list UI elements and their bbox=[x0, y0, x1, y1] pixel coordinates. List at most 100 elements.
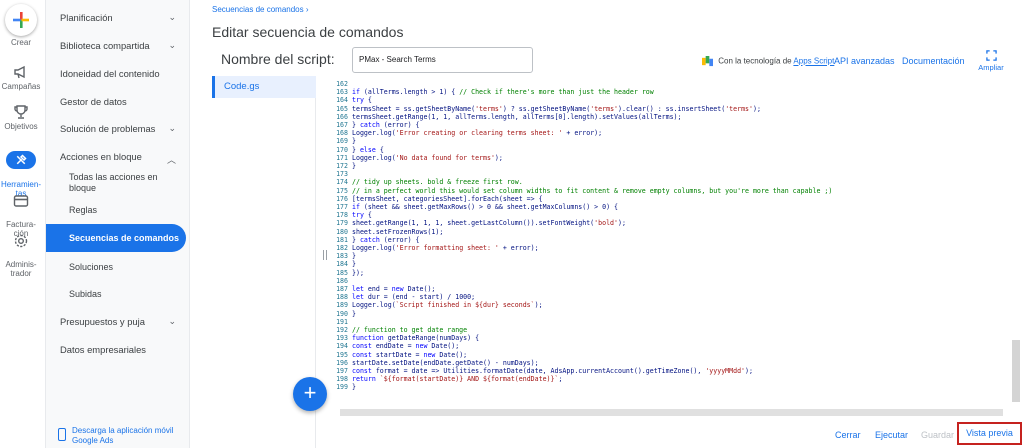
line-number: 193 bbox=[336, 334, 348, 343]
nav-item-label: Datos empresariales bbox=[60, 344, 146, 355]
code-line: 198 return `${format(startDate)} AND ${fo… bbox=[331, 375, 1021, 383]
close-button[interactable]: Cerrar bbox=[835, 430, 861, 440]
line-number: 185 bbox=[336, 268, 348, 277]
nav-item-troubleshooting[interactable]: Solución de problemas ⌄ bbox=[46, 123, 186, 134]
nav-sub-solutions[interactable]: Soluciones bbox=[46, 262, 186, 273]
code-text: const format = date => Utilities.formatD… bbox=[352, 367, 753, 375]
nav-item-business-data[interactable]: Datos empresariales bbox=[46, 344, 186, 355]
line-number: 184 bbox=[336, 260, 348, 269]
line-number: 186 bbox=[336, 276, 348, 285]
code-line: 192 // function to get date range bbox=[331, 326, 1021, 334]
code-line: 194 const endDate = new Date(); bbox=[331, 342, 1021, 350]
code-line: 186 bbox=[331, 277, 1021, 285]
nav-sub-label: Todas las acciones en bloque bbox=[69, 172, 158, 193]
code-line: 185}); bbox=[331, 269, 1021, 277]
code-line: 163 if (allTerms.length > 1) { // Check i… bbox=[331, 88, 1021, 96]
line-number: 195 bbox=[336, 350, 348, 359]
rail-item-campaigns[interactable]: Campañas bbox=[0, 64, 42, 91]
expand-button[interactable]: Ampliar bbox=[976, 50, 1006, 72]
breadcrumb[interactable]: Secuencias de comandos › bbox=[212, 5, 309, 14]
code-text: Logger.log('Error formatting sheet: ' + … bbox=[352, 244, 539, 252]
nav-item-label: Acciones en bloque bbox=[60, 151, 142, 162]
apps-script-link[interactable]: Apps Script bbox=[793, 57, 834, 66]
nav-item-label: Gestor de datos bbox=[60, 96, 127, 107]
code-editor[interactable]: 162 163 if (allTerms.length > 1) { // Chec… bbox=[331, 80, 1024, 420]
nav-sub-label: Subidas bbox=[69, 289, 102, 299]
code-line: 181} catch (error) { bbox=[331, 236, 1021, 244]
nav-sub-scripts[interactable]: Secuencias de comandos bbox=[46, 224, 186, 252]
line-number: 199 bbox=[336, 383, 348, 392]
code-line: 174 // tidy up sheets. bold & freeze firs… bbox=[331, 178, 1021, 186]
code-line: 179 sheet.getRange(1, 1, 1, sheet.getLast… bbox=[331, 219, 1021, 227]
nav-item-planning[interactable]: Planificación ⌄ bbox=[46, 12, 186, 23]
nav-item-content-suitability[interactable]: Idoneidad del contenido bbox=[46, 68, 186, 79]
code-line: 171 Logger.log('No data found for terms')… bbox=[331, 154, 1021, 162]
script-name-input[interactable]: PMax - Search Terms bbox=[352, 47, 533, 73]
code-text: }); bbox=[352, 268, 364, 277]
code-line: 164 try { bbox=[331, 96, 1021, 104]
run-button[interactable]: Ejecutar bbox=[875, 430, 908, 440]
create-button[interactable] bbox=[5, 4, 37, 36]
code-line: 167} catch (error) { bbox=[331, 121, 1021, 129]
chevron-down-icon: ⌄ bbox=[168, 123, 176, 133]
tools-icon bbox=[16, 154, 27, 165]
code-text: try { bbox=[352, 211, 372, 220]
code-line: 170} else { bbox=[331, 146, 1021, 154]
download-app-link[interactable]: Descarga la aplicación móvil Google Ads bbox=[58, 426, 189, 446]
code-text: let dur = (end - start) / 1000; bbox=[352, 293, 476, 302]
code-text: [termsSheet, categoriesSheet].forEach(sh… bbox=[352, 194, 543, 203]
nav-item-data-manager[interactable]: Gestor de datos bbox=[46, 96, 186, 107]
pane-resize-handle[interactable] bbox=[323, 250, 327, 260]
code-line: 173 bbox=[331, 170, 1021, 178]
nav-sub-label: Secuencias de comandos bbox=[69, 233, 180, 243]
nav-item-label: Presupuestos y puja bbox=[60, 316, 145, 327]
code-text: const startDate = new Date(); bbox=[352, 350, 468, 359]
save-button[interactable]: Guardar bbox=[921, 430, 954, 440]
line-number: 188 bbox=[336, 293, 348, 302]
chevron-up-icon: ︿ bbox=[166, 155, 176, 165]
code-text: } else { bbox=[352, 145, 384, 154]
apps-script-icon bbox=[702, 56, 713, 67]
code-line: 184} bbox=[331, 260, 1021, 268]
code-line: 165 termsSheet = ss.getSheetByName('terms… bbox=[331, 105, 1021, 113]
code-line: 176 [termsSheet, categoriesSheet].forEach… bbox=[331, 195, 1021, 203]
nav-sub-all-bulk-actions[interactable]: Todas las acciones en bloque bbox=[46, 172, 186, 194]
line-number: 176 bbox=[336, 194, 348, 203]
code-text: startDate.setDate(endDate.getDate() - nu… bbox=[352, 358, 539, 367]
nav-sub-rules[interactable]: Reglas bbox=[46, 205, 186, 216]
vertical-scrollbar[interactable] bbox=[1012, 340, 1020, 402]
code-line: 166 termsSheet.getRange(1, 1, allTerms.le… bbox=[331, 113, 1021, 121]
code-text: } bbox=[352, 260, 356, 269]
code-line: 183} bbox=[331, 252, 1021, 260]
nav-sub-uploads[interactable]: Subidas bbox=[46, 289, 186, 300]
nav-sub-label: Reglas bbox=[69, 205, 98, 215]
script-name-label: Nombre del script: bbox=[221, 51, 335, 67]
rail-item-label: Campañas bbox=[1, 82, 41, 91]
preview-button[interactable]: Vista previa bbox=[957, 422, 1022, 445]
nav-item-shared-library[interactable]: Biblioteca compartida ⌄ bbox=[46, 40, 186, 51]
nav-item-bulk-actions[interactable]: Acciones en bloque ︿ bbox=[46, 151, 186, 165]
code-line: 178 try { bbox=[331, 211, 1021, 219]
line-number: 191 bbox=[336, 317, 348, 326]
code-line: 199} bbox=[331, 383, 1021, 391]
documentation-link[interactable]: Documentación bbox=[902, 56, 965, 66]
line-number: 165 bbox=[336, 104, 348, 113]
code-line: 182 Logger.log('Error formatting sheet: '… bbox=[331, 244, 1021, 252]
code-text: sheet.setFrozenRows(1); bbox=[352, 227, 444, 236]
add-fab-button[interactable]: + bbox=[293, 377, 327, 411]
line-number: 171 bbox=[336, 153, 348, 162]
app-rail: Crear Campañas Objetivos Herramien- tas … bbox=[0, 0, 46, 448]
advanced-apis-link[interactable]: API avanzadas bbox=[834, 56, 895, 66]
rail-item-admin[interactable]: Adminis- trador bbox=[0, 224, 42, 278]
code-line: 175 // in a perfect world this would set … bbox=[331, 187, 1021, 195]
nav-item-label: Biblioteca compartida bbox=[60, 40, 150, 51]
line-number: 189 bbox=[336, 301, 348, 310]
code-line: 169} bbox=[331, 137, 1021, 145]
horizontal-scrollbar[interactable] bbox=[340, 409, 1003, 416]
file-item-code-gs[interactable]: Code.gs bbox=[212, 76, 316, 98]
code-line: 187 let end = new Date(); bbox=[331, 285, 1021, 293]
rail-item-goals[interactable]: Objetivos bbox=[0, 104, 42, 131]
nav-item-budgets-bids[interactable]: Presupuestos y puja ⌄ bbox=[46, 316, 186, 327]
code-line: 195 const startDate = new Date(); bbox=[331, 351, 1021, 359]
rail-item-label: Adminis- trador bbox=[5, 260, 37, 278]
